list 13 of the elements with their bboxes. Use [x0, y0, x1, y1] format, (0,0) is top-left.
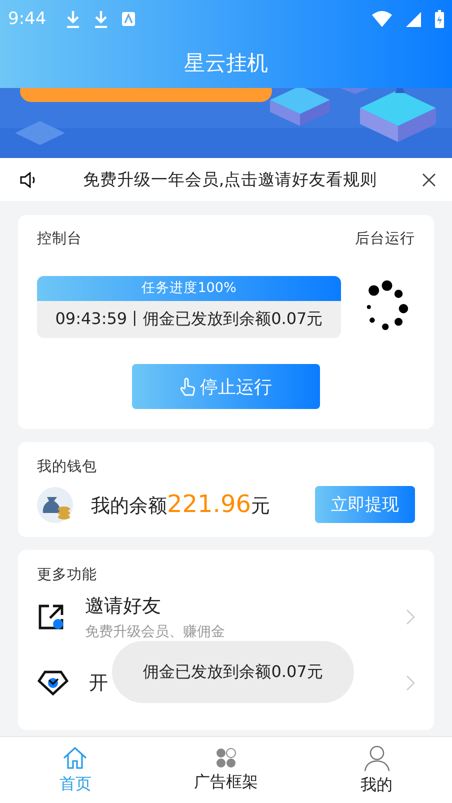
app-title: 星云挂机 — [184, 50, 268, 77]
feature-title: 开 — [89, 671, 108, 696]
card-title: 控制台 — [37, 230, 82, 248]
run-mode: 后台运行 — [355, 230, 415, 248]
status-time: 9:44 — [8, 9, 46, 29]
feature-subtitle: 免费升级会员、赚佣金 — [85, 623, 225, 641]
log-text: 09:43:59丨佣金已发放到余额0.07元 — [54, 308, 324, 330]
card-title: 更多功能 — [37, 567, 97, 583]
feature-title: 邀请好友 — [85, 594, 161, 619]
card-title: 我的钱包 — [37, 459, 97, 475]
toast-text: 佣金已发放到余额0.07元 — [143, 662, 323, 682]
progress-label: 任务进度100% — [140, 279, 238, 298]
balance-text: 我的余额221.96元 — [91, 490, 271, 519]
